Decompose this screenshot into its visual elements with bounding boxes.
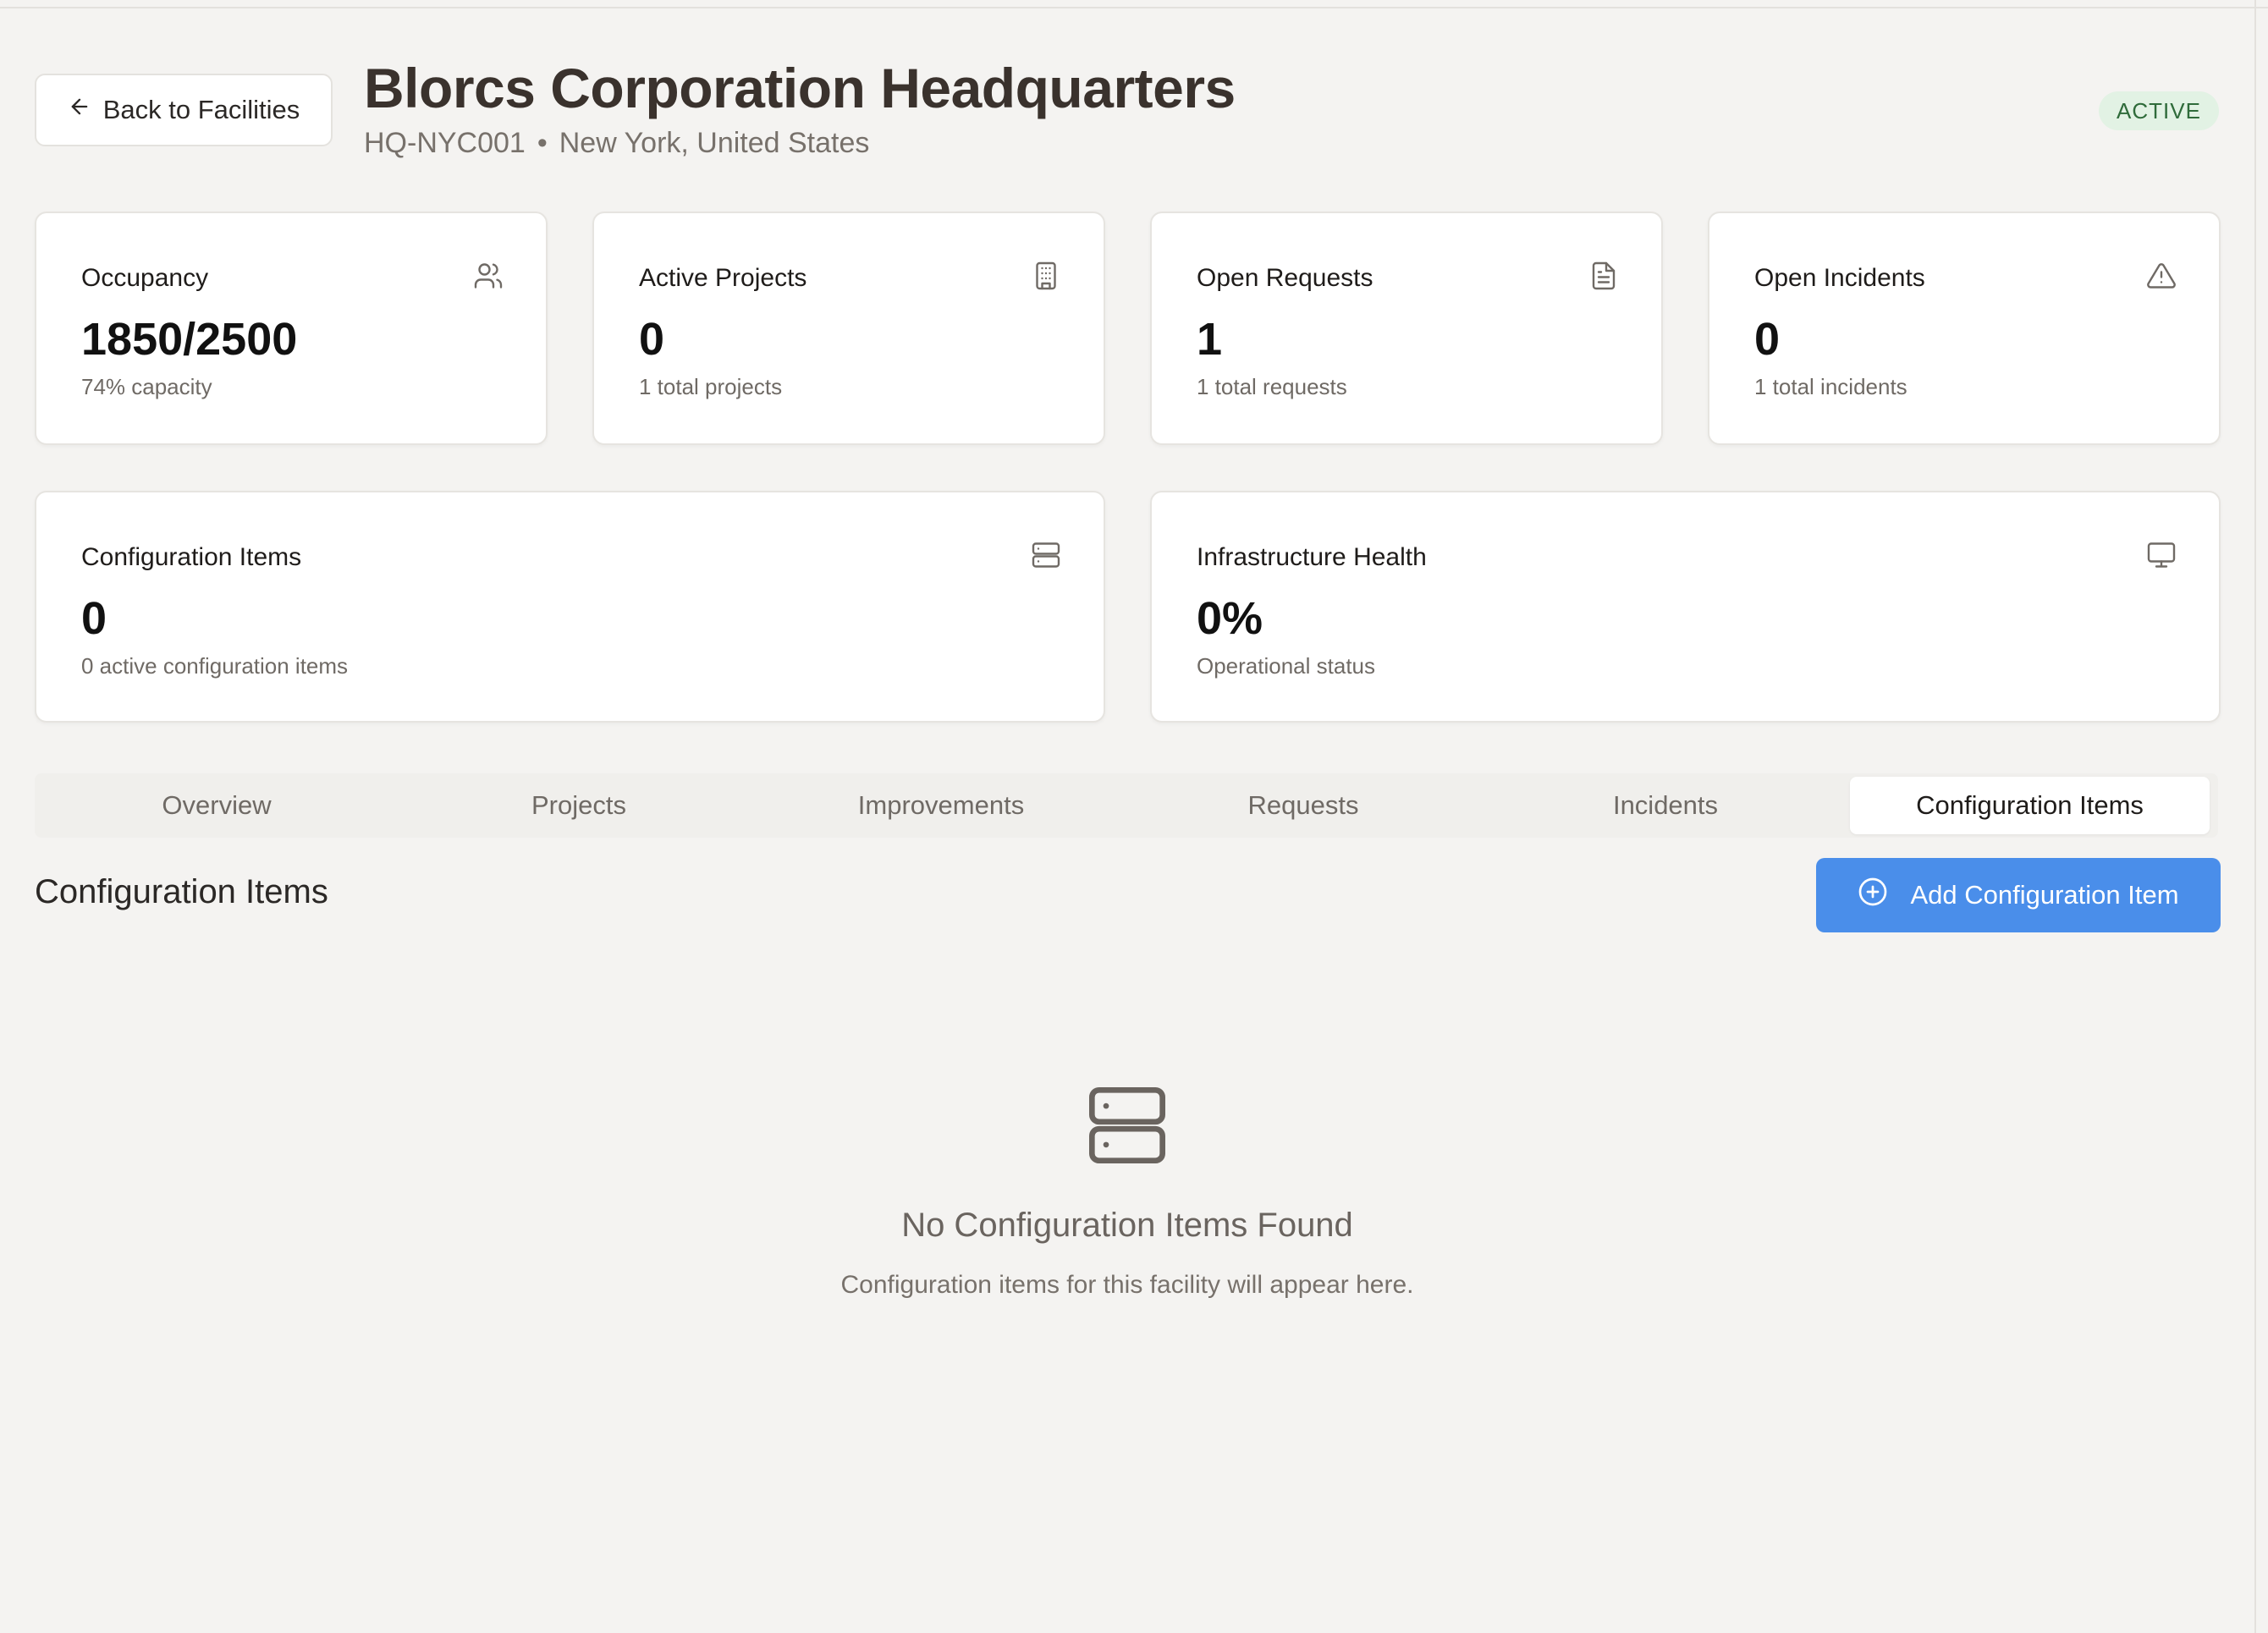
occupancy-card: Occupancy 1850/2500 74% capacity	[35, 212, 548, 445]
back-button-label: Back to Facilities	[102, 95, 300, 124]
monitor-icon	[2146, 540, 2177, 570]
card-subtext: 1 total projects	[639, 374, 783, 399]
empty-state-title: No Configuration Items Found	[901, 1207, 1353, 1244]
card-value: 0	[639, 314, 665, 365]
document-icon	[1588, 261, 1619, 291]
card-label: Open Incidents	[1754, 264, 1925, 292]
open-incidents-card: Open Incidents 0 1 total incidents	[1708, 212, 2221, 445]
scrollbar-edge	[2254, 0, 2256, 1633]
card-value: 0	[1754, 314, 1781, 365]
server-icon	[1085, 1083, 1170, 1168]
card-value: 0%	[1197, 593, 1263, 644]
tab-projects[interactable]: Projects	[400, 777, 757, 834]
card-subtext: 1 total requests	[1197, 374, 1347, 399]
building-icon	[1031, 261, 1061, 291]
card-subtext: 0 active configuration items	[81, 653, 349, 679]
card-value: 1	[1197, 314, 1223, 365]
card-value: 0	[81, 593, 107, 644]
plus-circle-icon	[1858, 877, 1888, 914]
card-value: 1850/2500	[81, 314, 298, 365]
card-label: Infrastructure Health	[1197, 543, 1427, 571]
subtitle-separator: •	[537, 127, 548, 159]
server-icon	[1031, 540, 1061, 570]
facility-code: HQ-NYC001	[364, 127, 526, 159]
infrastructure-health-card: Infrastructure Health 0% Operational sta…	[1150, 491, 2221, 723]
tab-incidents[interactable]: Incidents	[1487, 777, 1844, 834]
add-button-label: Add Configuration Item	[1910, 880, 2179, 910]
arrow-left-icon	[68, 95, 91, 125]
tab-configuration-items[interactable]: Configuration Items	[1850, 777, 2210, 834]
alert-triangle-icon	[2146, 261, 2177, 291]
tab-overview[interactable]: Overview	[38, 777, 395, 834]
card-subtext: 1 total incidents	[1754, 374, 1907, 399]
card-label: Open Requests	[1197, 264, 1373, 292]
tab-improvements[interactable]: Improvements	[762, 777, 1120, 834]
card-label: Active Projects	[639, 264, 807, 292]
tab-requests[interactable]: Requests	[1125, 777, 1482, 834]
configuration-items-card: Configuration Items 0 0 active configura…	[35, 491, 1105, 723]
active-projects-card: Active Projects 0 1 total projects	[592, 212, 1105, 445]
facility-subtitle: HQ-NYC001 • New York, United States	[364, 127, 869, 160]
status-badge: ACTIVE	[2099, 91, 2219, 130]
add-configuration-item-button[interactable]: Add Configuration Item	[1816, 858, 2221, 932]
card-subtext: Operational status	[1197, 653, 1376, 679]
top-border	[0, 0, 2268, 8]
page-title: Blorcs Corporation Headquarters	[364, 57, 1236, 119]
empty-state-subtitle: Configuration items for this facility wi…	[840, 1271, 1414, 1299]
users-icon	[473, 261, 504, 291]
card-label: Occupancy	[81, 264, 209, 292]
card-subtext: 74% capacity	[81, 374, 212, 399]
facility-location: New York, United States	[559, 127, 870, 159]
tab-bar: Overview Projects Improvements Requests …	[35, 773, 2218, 838]
card-label: Configuration Items	[81, 543, 302, 571]
open-requests-card: Open Requests 1 1 total requests	[1150, 212, 1663, 445]
section-title: Configuration Items	[35, 873, 328, 910]
back-to-facilities-button[interactable]: Back to Facilities	[35, 74, 333, 146]
